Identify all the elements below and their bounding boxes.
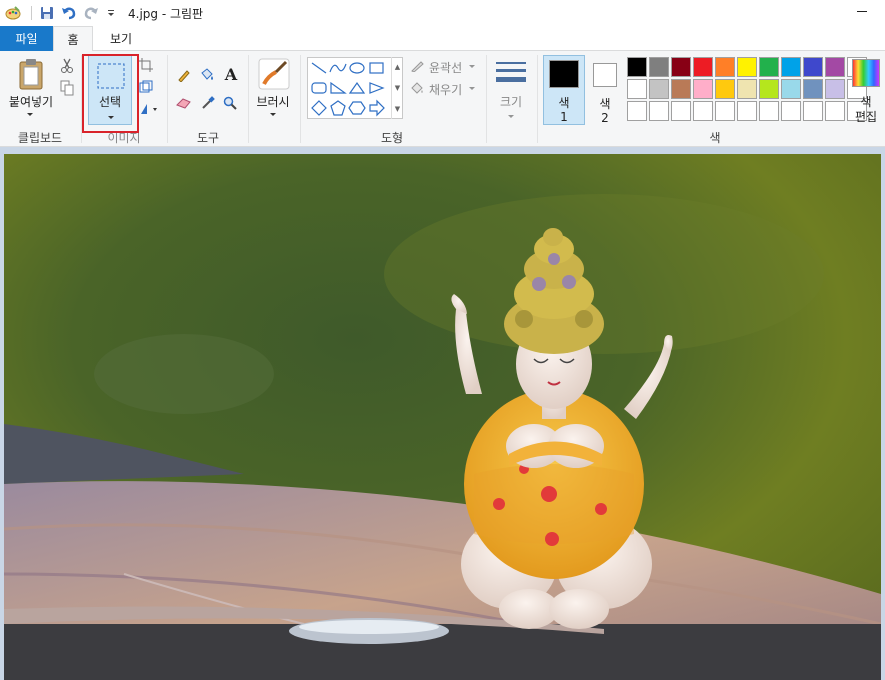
colors-group-label: 색: [709, 131, 721, 145]
canvas-area[interactable]: [0, 147, 885, 680]
shapes-gallery[interactable]: [307, 57, 403, 119]
fill-dropdown-icon[interactable]: [468, 85, 476, 91]
color1-button[interactable]: 색 1: [543, 55, 585, 125]
edit-colors-icon[interactable]: [852, 59, 880, 87]
eraser-icon[interactable]: [176, 95, 192, 111]
palette-swatch[interactable]: [627, 101, 647, 121]
palette-swatch[interactable]: [737, 101, 757, 121]
palette-swatch[interactable]: [649, 79, 669, 99]
ribbon-tabs: 파일 홈 보기: [0, 26, 885, 52]
color-palette: [627, 57, 867, 121]
qat-divider: [31, 6, 32, 20]
palette-swatch[interactable]: [715, 79, 735, 99]
shapes-group-label: 도형: [380, 131, 404, 145]
rotate-icon[interactable]: [138, 101, 160, 117]
shapes-scroll[interactable]: ▲ ▼ ▼: [391, 57, 403, 119]
crop-icon[interactable]: [138, 57, 154, 73]
palette-swatch[interactable]: [737, 79, 757, 99]
text-tool-icon[interactable]: A: [222, 65, 240, 84]
fill-bucket-icon[interactable]: [198, 67, 216, 83]
size-icon[interactable]: [494, 59, 528, 89]
palette-swatch[interactable]: [803, 79, 823, 99]
palette-swatch[interactable]: [781, 57, 801, 77]
color2-label: 색: [599, 97, 611, 111]
minimize-button[interactable]: [847, 0, 877, 22]
tab-file[interactable]: 파일: [0, 26, 53, 51]
palette-swatch[interactable]: [671, 79, 691, 99]
color1-swatch: [549, 60, 579, 88]
color2-swatch: [593, 63, 617, 87]
undo-icon[interactable]: [60, 4, 78, 22]
palette-swatch[interactable]: [627, 57, 647, 77]
shapes-expand-icon[interactable]: ▼: [395, 105, 400, 113]
size-label[interactable]: 크기: [490, 93, 532, 110]
shapes-scroll-up-icon[interactable]: ▲: [395, 63, 400, 71]
color2-button[interactable]: 색 2: [588, 55, 624, 125]
size-dropdown-icon[interactable]: [507, 113, 515, 119]
tab-view[interactable]: 보기: [96, 26, 146, 51]
paste-label[interactable]: 붙여넣기: [6, 93, 56, 110]
paste-icon[interactable]: [16, 57, 46, 91]
magnifier-icon[interactable]: [222, 95, 238, 111]
palette-swatch[interactable]: [825, 57, 845, 77]
customize-qat-icon[interactable]: [102, 4, 120, 22]
palette-swatch[interactable]: [759, 101, 779, 121]
color1-label: 색: [558, 96, 570, 110]
save-icon[interactable]: [38, 4, 56, 22]
color-picker-icon[interactable]: [200, 95, 216, 111]
shapes-icons: [311, 62, 385, 117]
title-bar: 4.jpg - 그림판: [0, 0, 885, 26]
palette-swatch[interactable]: [825, 101, 845, 121]
select-highlight-box: [82, 54, 139, 133]
palette-swatch[interactable]: [781, 101, 801, 121]
palette-swatch[interactable]: [671, 57, 691, 77]
brushes-dropdown-icon[interactable]: [269, 111, 277, 117]
canvas-image[interactable]: [4, 154, 881, 680]
outline-icon[interactable]: [410, 59, 426, 73]
fill-label[interactable]: 채우기: [429, 81, 462, 98]
palette-swatch[interactable]: [649, 57, 669, 77]
palette-swatch[interactable]: [803, 57, 823, 77]
color2-number: 2: [601, 111, 609, 125]
cut-icon[interactable]: [58, 57, 76, 75]
palette-swatch[interactable]: [737, 57, 757, 77]
shapes-scroll-down-icon[interactable]: ▼: [395, 84, 400, 92]
paste-dropdown-icon[interactable]: [26, 111, 34, 117]
color1-number: 1: [560, 110, 568, 124]
palette-swatch[interactable]: [715, 57, 735, 77]
figurine-photo: [4, 154, 881, 680]
palette-swatch[interactable]: [825, 79, 845, 99]
palette-swatch[interactable]: [649, 101, 669, 121]
tools-group-label: 도구: [196, 131, 220, 145]
brush-icon[interactable]: [257, 57, 291, 91]
tab-home[interactable]: 홈: [53, 26, 93, 52]
paint-app-icon[interactable]: [4, 4, 22, 22]
clipboard-group-label: 클립보드: [17, 131, 63, 145]
group-divider: [537, 55, 538, 143]
group-divider: [248, 55, 249, 143]
resize-icon[interactable]: [138, 79, 154, 95]
palette-swatch[interactable]: [781, 79, 801, 99]
group-divider: [300, 55, 301, 143]
outline-label[interactable]: 윤곽선: [429, 59, 462, 76]
palette-swatch[interactable]: [693, 101, 713, 121]
palette-swatch[interactable]: [693, 57, 713, 77]
window-title: 4.jpg - 그림판: [128, 7, 204, 21]
palette-swatch[interactable]: [759, 79, 779, 99]
pencil-icon[interactable]: [176, 67, 192, 83]
group-divider: [486, 55, 487, 143]
palette-swatch[interactable]: [671, 101, 691, 121]
brushes-label[interactable]: 브러시: [252, 93, 294, 110]
copy-icon[interactable]: [58, 79, 76, 97]
palette-swatch[interactable]: [715, 101, 735, 121]
palette-swatch[interactable]: [759, 57, 779, 77]
palette-swatch[interactable]: [627, 79, 647, 99]
palette-swatch[interactable]: [693, 79, 713, 99]
redo-icon[interactable]: [82, 4, 100, 22]
edit-colors-label-2[interactable]: 편집: [850, 108, 882, 125]
fill-icon[interactable]: [410, 81, 426, 95]
outline-dropdown-icon[interactable]: [468, 63, 476, 69]
palette-swatch[interactable]: [803, 101, 823, 121]
